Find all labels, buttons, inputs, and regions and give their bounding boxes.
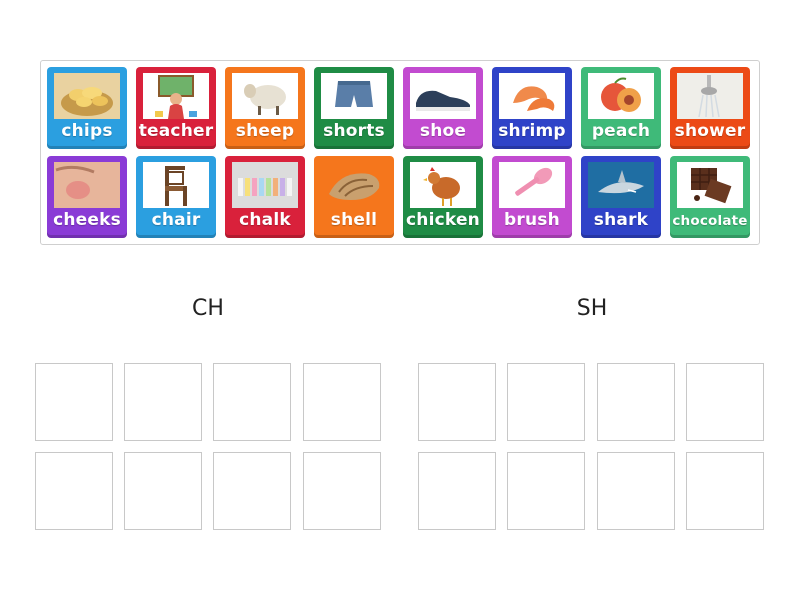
card-shorts[interactable]: shorts: [314, 67, 394, 149]
ch-slot[interactable]: [124, 452, 202, 530]
card-chocolate[interactable]: chocolate: [670, 156, 750, 238]
ch-slot[interactable]: [213, 452, 291, 530]
card-chicken[interactable]: chicken: [403, 156, 483, 238]
card-shower[interactable]: shower: [670, 67, 750, 149]
teacher-icon: [143, 73, 209, 119]
shorts-icon: [321, 73, 387, 119]
card-shark[interactable]: shark: [581, 156, 661, 238]
card-brush[interactable]: brush: [492, 156, 572, 238]
shoe-icon: [410, 73, 476, 119]
shell-icon: [321, 162, 387, 208]
sheep-icon: [232, 73, 298, 119]
sh-slot[interactable]: [507, 452, 585, 530]
card-label: chair: [151, 210, 201, 230]
card-chair[interactable]: chair: [136, 156, 216, 238]
card-label: peach: [591, 121, 651, 141]
cheeks-icon: [54, 162, 120, 208]
sh-slot[interactable]: [597, 452, 675, 530]
shower-icon: [677, 73, 743, 119]
card-chips[interactable]: chips: [47, 67, 127, 149]
shark-icon: [588, 162, 654, 208]
chair-icon: [143, 162, 209, 208]
card-label: shark: [593, 210, 649, 230]
card-cheeks[interactable]: cheeks: [47, 156, 127, 238]
card-chalk[interactable]: chalk: [225, 156, 305, 238]
card-label: brush: [504, 210, 560, 230]
card-label: chocolate: [672, 213, 748, 229]
sh-slot[interactable]: [507, 363, 585, 441]
ch-slot[interactable]: [124, 363, 202, 441]
peach-icon: [588, 73, 654, 119]
sh-slot[interactable]: [418, 452, 496, 530]
card-shell[interactable]: shell: [314, 156, 394, 238]
sh-zone-title: SH: [576, 296, 608, 321]
card-label: chalk: [239, 210, 291, 230]
chips-icon: [54, 73, 120, 119]
card-shrimp[interactable]: shrimp: [492, 67, 572, 149]
card-bank: chips teacher sheep shorts shoe shrimp p…: [40, 60, 760, 245]
chocolate-icon: [677, 162, 743, 208]
card-label: chicken: [406, 210, 480, 230]
shrimp-icon: [499, 73, 565, 119]
ch-slot[interactable]: [35, 363, 113, 441]
sh-slot[interactable]: [686, 452, 764, 530]
card-label: shrimp: [498, 121, 566, 141]
card-label: shell: [330, 210, 378, 230]
card-label: shoe: [419, 121, 467, 141]
sh-slot[interactable]: [597, 363, 675, 441]
card-label: sheep: [235, 121, 295, 141]
ch-slot[interactable]: [303, 452, 381, 530]
sh-slot[interactable]: [418, 363, 496, 441]
ch-zone-title: CH: [192, 296, 224, 321]
chalk-icon: [232, 162, 298, 208]
brush-icon: [499, 162, 565, 208]
card-sheep[interactable]: sheep: [225, 67, 305, 149]
chicken-icon: [410, 162, 476, 208]
ch-slot[interactable]: [303, 363, 381, 441]
sh-slot[interactable]: [686, 363, 764, 441]
card-peach[interactable]: peach: [581, 67, 661, 149]
ch-slot[interactable]: [213, 363, 291, 441]
ch-slot[interactable]: [35, 452, 113, 530]
card-label: chips: [61, 121, 113, 141]
card-shoe[interactable]: shoe: [403, 67, 483, 149]
card-label: shorts: [323, 121, 385, 141]
card-teacher[interactable]: teacher: [136, 67, 216, 149]
card-label: shower: [674, 121, 746, 141]
card-label: cheeks: [53, 210, 121, 230]
card-label: teacher: [138, 121, 214, 141]
